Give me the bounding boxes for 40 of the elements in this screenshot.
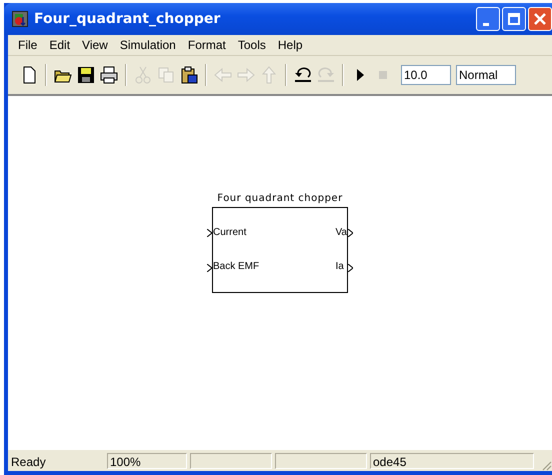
menu-item[interactable]: Simulation: [114, 38, 182, 52]
redo-icon: [317, 66, 335, 84]
zoom-level: 100%: [107, 452, 187, 468]
close-icon: [534, 13, 546, 25]
maximize-button[interactable]: [502, 7, 526, 31]
right-arrow-icon: [237, 66, 255, 84]
left-arrow-icon: [214, 66, 232, 84]
input-port-icon: [207, 264, 212, 272]
undo-icon: [294, 66, 312, 84]
block-name: Four quadrant chopper: [217, 193, 343, 204]
port-label: Va: [336, 227, 347, 239]
port-label: Back EMF: [213, 261, 260, 273]
minimize-icon: [483, 22, 489, 26]
input-port-icon: [207, 228, 212, 236]
scissors-icon: [134, 66, 152, 84]
menu-item[interactable]: File: [12, 38, 44, 52]
menu-item[interactable]: Help: [272, 38, 309, 52]
printer-icon: [100, 66, 118, 84]
copy-icon: [157, 66, 175, 84]
simulation-mode-field[interactable]: Normal: [456, 65, 516, 85]
menu-item[interactable]: Tools: [232, 38, 272, 52]
solver-name: ode45: [370, 452, 534, 468]
status-message: Ready: [10, 454, 47, 468]
menu-item[interactable]: Edit: [43, 38, 76, 52]
close-button[interactable]: [528, 7, 552, 31]
minimize-button[interactable]: [476, 7, 500, 31]
menu-item[interactable]: Format: [182, 38, 232, 52]
subsystem-block[interactable]: Current Back EMF Va Ia: [212, 207, 348, 293]
up-arrow-icon: [260, 66, 278, 84]
maximize-icon: [508, 13, 520, 25]
output-port-icon: [348, 264, 353, 272]
menu-item[interactable]: View: [76, 38, 114, 52]
output-port-icon: [348, 228, 353, 236]
window-title: Four_quadrant_chopper: [34, 11, 222, 27]
resize-grip-icon[interactable]: [540, 459, 552, 471]
port-label: Current: [213, 227, 246, 239]
clipboard-icon: [180, 66, 198, 84]
port-label: Ia: [336, 261, 344, 273]
stop-time-field[interactable]: 10.0: [401, 65, 451, 85]
model-icon: [12, 11, 28, 27]
